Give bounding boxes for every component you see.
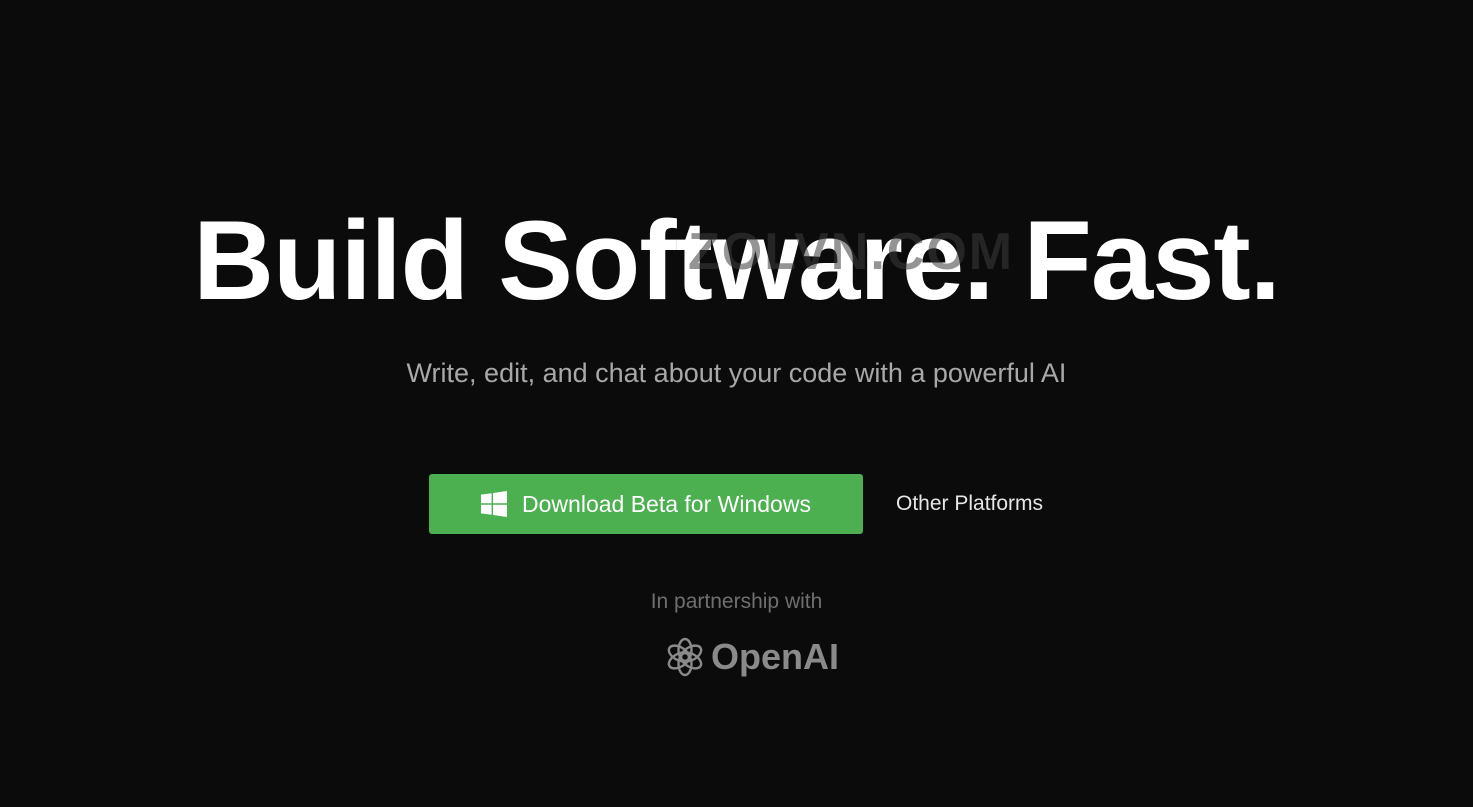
openai-logo: OpenAI (663, 633, 839, 681)
windows-icon (481, 491, 508, 517)
hero-title: Build Software. Fast. (193, 198, 1281, 323)
hero-subtitle: Write, edit, and chat about your code wi… (406, 358, 1067, 388)
download-button-label: Download Beta for Windows (522, 490, 811, 517)
download-beta-button[interactable]: Download Beta for Windows (429, 474, 863, 534)
openai-icon (663, 635, 707, 679)
openai-wordmark: OpenAI (711, 636, 840, 677)
cta-row: Download Beta for Windows Other Platform… (429, 474, 1043, 534)
other-platforms-link[interactable]: Other Platforms (896, 492, 1043, 516)
landing-page: Build Software. Fast. ZOLVN.COM Write, e… (0, 0, 1473, 807)
partnership-label: In partnership with (650, 590, 823, 613)
